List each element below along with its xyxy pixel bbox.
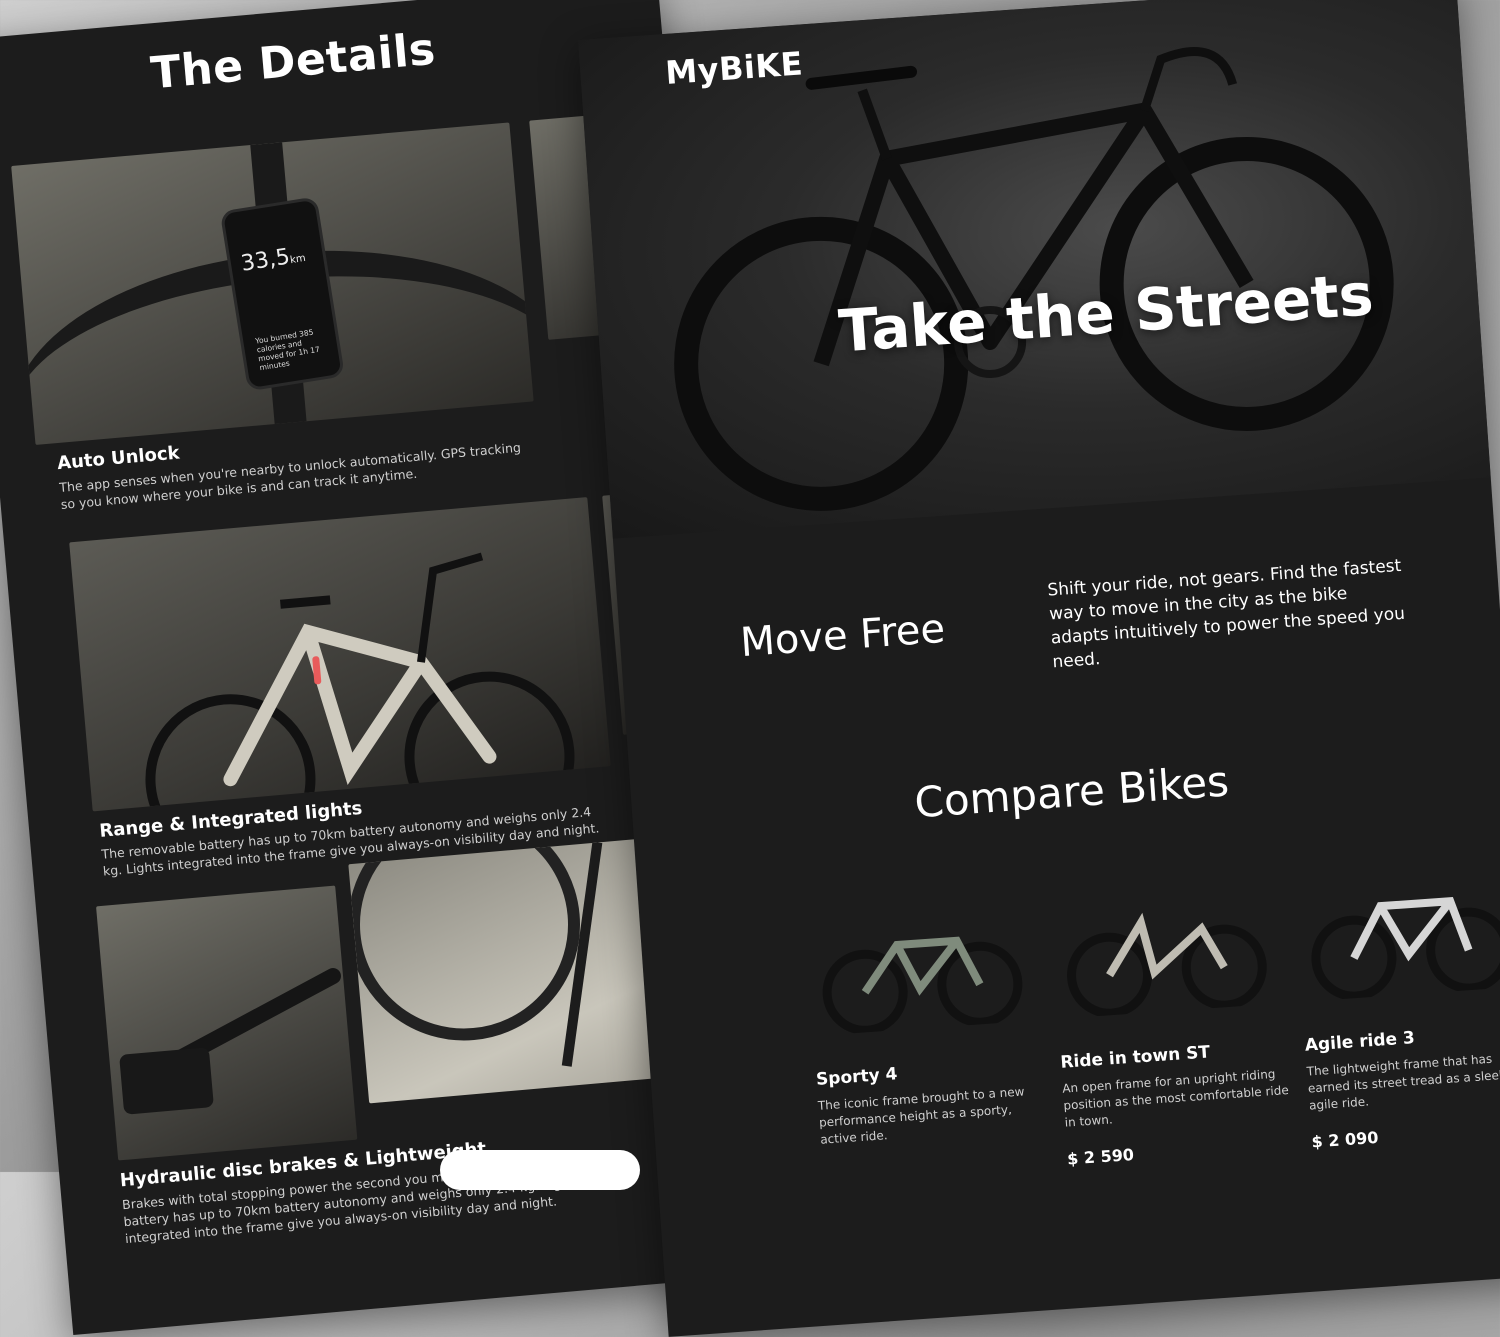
bike-card-agile-ride-3[interactable]: Agile ride 3 The lightweight frame that … (1293, 856, 1500, 1151)
bike-image-agile-ride-3[interactable] (1293, 857, 1500, 1002)
bike-card-ride-in-town-st[interactable]: Ride in town ST An open frame for an upr… (1048, 873, 1297, 1169)
integrated-lights-bike-photo (69, 497, 611, 812)
compare-bikes-title: Compare Bikes (912, 756, 1231, 828)
bike-price (822, 1151, 1051, 1167)
phone-summary: You burned 385 calories and moved for 1h… (254, 327, 321, 373)
bike-illustration (145, 552, 575, 812)
bike-description: The lightweight frame that has earned it… (1306, 1051, 1500, 1113)
landing-page: MyBiKE Take the Streets Move Free Shift … (578, 0, 1500, 1337)
bike-card-sporty-4[interactable]: Sporty 4 The iconic frame brought to a n… (804, 890, 1052, 1166)
phone-distance: 33,5 (239, 244, 292, 277)
bike-name: Agile ride 3 (1304, 1028, 1416, 1056)
move-free-title: Move Free (738, 605, 947, 667)
handlebar-phone-photo: 33,5km You burned 385 calories and moved… (11, 122, 534, 445)
bike-price: $ 2 590 (1066, 1144, 1135, 1169)
bike-description: The iconic frame brought to a new perfor… (817, 1084, 1025, 1147)
hero-section: MyBiKE Take the Streets (578, 0, 1491, 539)
bike-description: An open frame for an upright riding posi… (1061, 1066, 1290, 1130)
bottom-cta-button[interactable] (440, 1150, 640, 1190)
brake-lever-photo (96, 885, 358, 1161)
move-free-text: Shift your ride, not gears. Find the fas… (1046, 555, 1406, 673)
details-title: The Details (148, 23, 438, 100)
phone-distance-unit: km (289, 252, 307, 267)
bike-image-sporty-4[interactable] (804, 891, 1033, 1036)
bike-price: $ 2 090 (1310, 1127, 1379, 1152)
bike-image-ride-in-town-st[interactable] (1048, 874, 1277, 1019)
brake-lever-illustration (119, 968, 342, 1115)
